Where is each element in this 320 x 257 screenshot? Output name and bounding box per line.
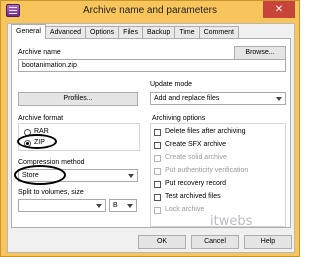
recovery-record-checkbox[interactable] <box>154 181 161 188</box>
authenticity-checkbox <box>154 168 161 175</box>
chevron-down-icon <box>128 174 134 178</box>
general-panel: Archive name Browse... bootanimation.zip… <box>11 38 291 228</box>
archive-name-input[interactable]: bootanimation.zip <box>18 59 286 72</box>
watermark: itwebs <box>210 214 253 229</box>
recovery-record-label: Put recovery record <box>165 180 227 187</box>
chevron-down-icon <box>127 204 133 208</box>
lock-archive-checkbox <box>154 207 161 214</box>
delete-files-checkbox[interactable] <box>154 129 161 136</box>
update-mode-label: Update mode <box>150 81 193 88</box>
test-archived-label: Test archived files <box>165 193 221 200</box>
cancel-button[interactable]: Cancel <box>191 235 239 249</box>
browse-button[interactable]: Browse... <box>234 46 286 60</box>
split-unit-value: B <box>113 202 118 209</box>
split-size-select[interactable] <box>18 199 106 212</box>
create-solid-label: Create solid archive <box>165 154 227 161</box>
split-unit-select[interactable]: B <box>109 199 137 212</box>
title-bar[interactable]: Archive name and parameters ✕ <box>1 1 299 21</box>
split-volumes-label: Split to volumes, size <box>18 189 84 196</box>
delete-files-label: Delete files after archiving <box>165 128 246 135</box>
authenticity-label: Put authenticity verification <box>165 167 249 174</box>
test-archived-checkbox[interactable] <box>154 194 161 201</box>
profiles-button[interactable]: Profiles... <box>18 92 138 106</box>
store-highlight-circle <box>14 165 66 185</box>
lock-archive-label: Lock archive <box>165 206 205 213</box>
update-mode-select[interactable]: Add and replace files <box>150 92 286 105</box>
tab-general[interactable]: General <box>11 24 46 39</box>
archive-name-label: Archive name <box>18 49 61 56</box>
create-sfx-label: Create SFX archive <box>165 141 227 148</box>
chevron-down-icon <box>96 204 102 208</box>
update-mode-value: Add and replace files <box>154 95 220 102</box>
help-button[interactable]: Help <box>244 235 292 249</box>
ok-button[interactable]: OK <box>138 235 186 249</box>
chevron-down-icon <box>276 97 282 101</box>
create-sfx-checkbox[interactable] <box>154 142 161 149</box>
create-solid-checkbox <box>154 155 161 162</box>
window-title: Archive name and parameters <box>83 5 217 16</box>
dialog-window: Archive name and parameters ✕ General Ad… <box>0 0 300 257</box>
zip-highlight-circle <box>17 134 57 149</box>
archiving-options-label: Archiving options <box>152 115 206 122</box>
archive-format-label: Archive format <box>18 115 64 122</box>
compression-label: Compression method <box>18 159 85 166</box>
close-button[interactable]: ✕ <box>263 1 295 18</box>
